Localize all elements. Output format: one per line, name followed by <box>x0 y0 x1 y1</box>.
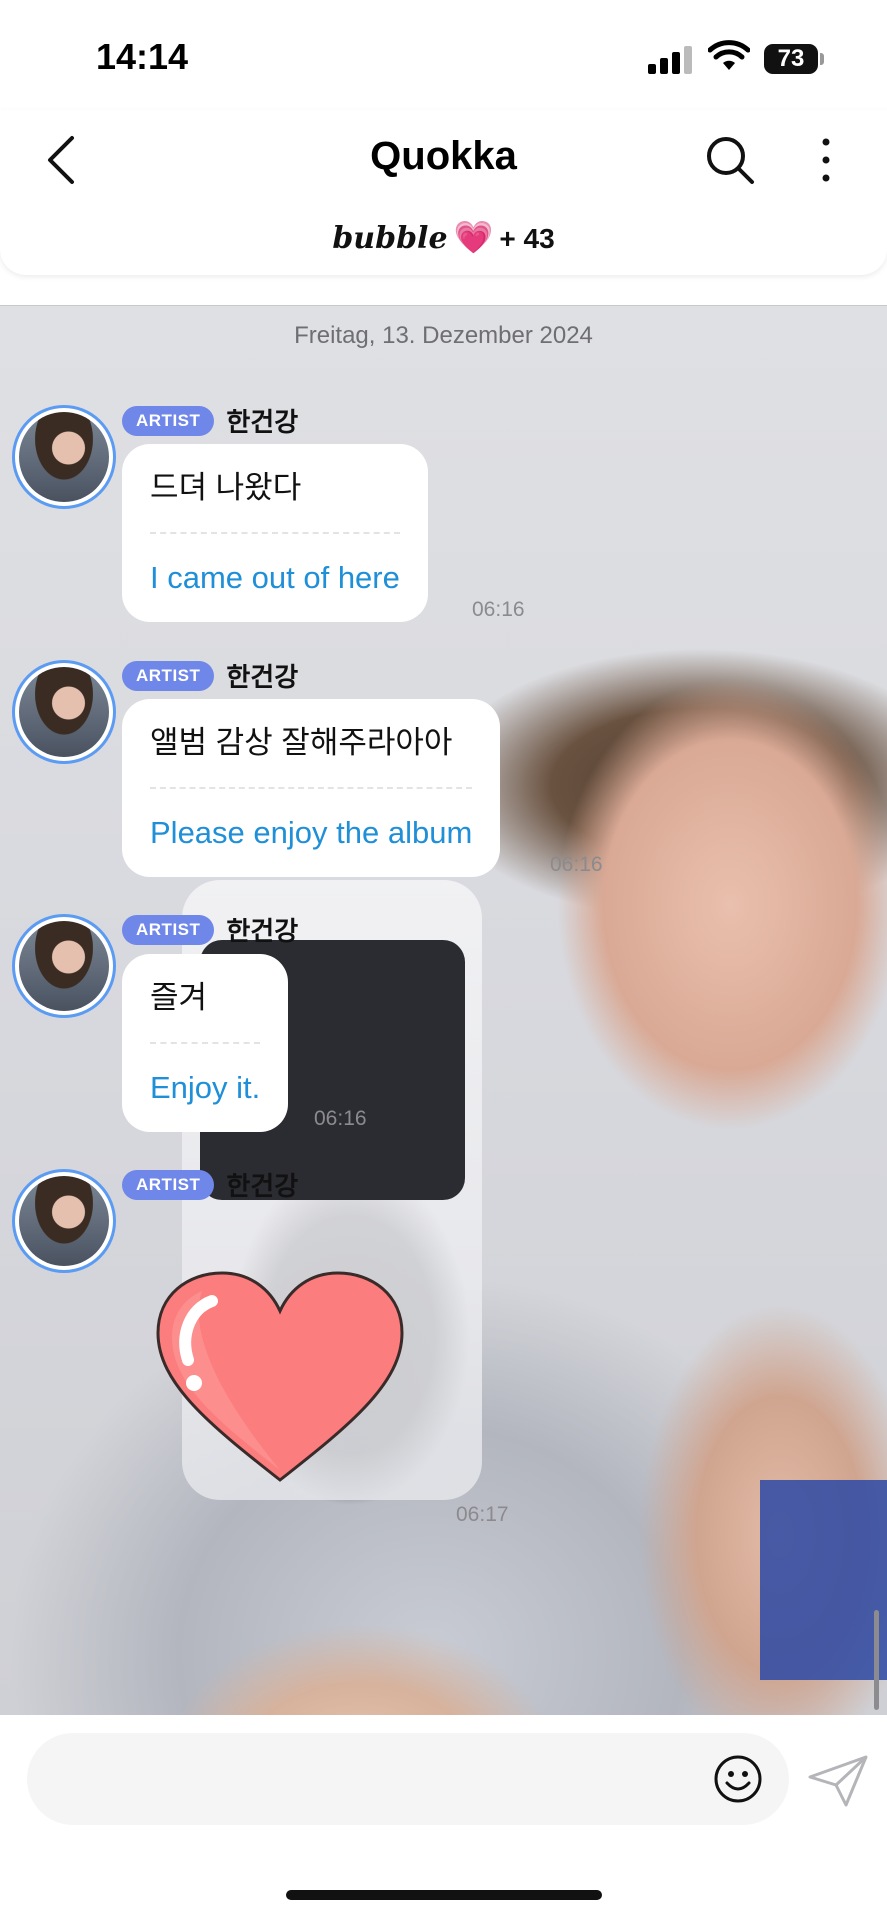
header-divider <box>0 305 887 306</box>
member-count: + 43 <box>499 223 555 254</box>
chat-header: Quokka bubble 💗 + 43 <box>0 110 887 275</box>
message-time: 06:16 <box>550 853 603 876</box>
message-input-bar <box>0 1715 887 1920</box>
message-time: 06:17 <box>456 1503 509 1526</box>
sender-row: ARTIST 한건강 <box>122 1166 299 1201</box>
avatar-image <box>19 921 109 1011</box>
sender-row: ARTIST 한건강 <box>122 657 299 692</box>
wifi-icon <box>708 40 750 70</box>
message-bubble[interactable]: 드뎌 나왔다 I came out of here <box>122 444 428 622</box>
message-input[interactable] <box>27 1733 789 1825</box>
avatar-image <box>19 667 109 757</box>
cellular-signal-icon <box>648 46 692 74</box>
sender-name: 한건강 <box>226 1171 299 1201</box>
battery-icon: 73 <box>764 44 818 74</box>
avatar[interactable] <box>12 1169 116 1273</box>
battery-tip <box>820 53 824 65</box>
message-time: 06:16 <box>472 598 525 621</box>
message-original: 드뎌 나왔다 <box>150 470 302 505</box>
sender-name: 한건강 <box>226 916 299 946</box>
artist-badge: ARTIST <box>122 914 215 945</box>
more-options-icon[interactable] <box>806 130 846 190</box>
avatar-image <box>19 412 109 502</box>
send-icon[interactable] <box>806 1753 870 1809</box>
message-translation: Please enjoy the album <box>150 815 473 850</box>
emoji-icon[interactable] <box>712 1753 764 1805</box>
status-time: 14:14 <box>96 36 189 77</box>
message-translation: Enjoy it. <box>150 1070 261 1105</box>
artist-badge: ARTIST <box>122 660 215 691</box>
sender-row: ARTIST 한건강 <box>122 402 299 437</box>
avatar[interactable] <box>12 405 116 509</box>
message-original: 앨범 감상 잘해주라아아 <box>150 725 453 760</box>
message-bubble[interactable]: 즐겨 Enjoy it. <box>122 954 289 1132</box>
date-separator: Freitag, 13. Dezember 2024 <box>294 322 593 349</box>
background-blue-mat <box>760 1480 887 1680</box>
pink-heart-icon: 💗 <box>453 219 494 255</box>
message-original: 즐겨 <box>150 980 208 1015</box>
heart-sticker[interactable] <box>150 1265 410 1495</box>
sender-row: ARTIST 한건강 <box>122 911 299 946</box>
subscriber-row[interactable]: bubble 💗 + 43 <box>0 218 887 256</box>
scrollbar[interactable] <box>874 1610 879 1710</box>
status-bar: 14:14 73 <box>0 0 887 110</box>
sender-name: 한건강 <box>226 407 299 437</box>
search-icon[interactable] <box>704 130 758 190</box>
avatar[interactable] <box>12 660 116 764</box>
message-time: 06:16 <box>314 1107 367 1130</box>
bubble-logo: bubble <box>332 221 448 256</box>
artist-badge: ARTIST <box>122 405 215 436</box>
message-translation: I came out of here <box>150 560 400 595</box>
avatar-image <box>19 1176 109 1266</box>
artist-badge: ARTIST <box>122 1169 215 1200</box>
avatar[interactable] <box>12 914 116 1018</box>
message-bubble[interactable]: 앨범 감상 잘해주라아아 Please enjoy the album <box>122 699 501 877</box>
home-indicator <box>286 1890 602 1900</box>
sender-name: 한건강 <box>226 662 299 692</box>
